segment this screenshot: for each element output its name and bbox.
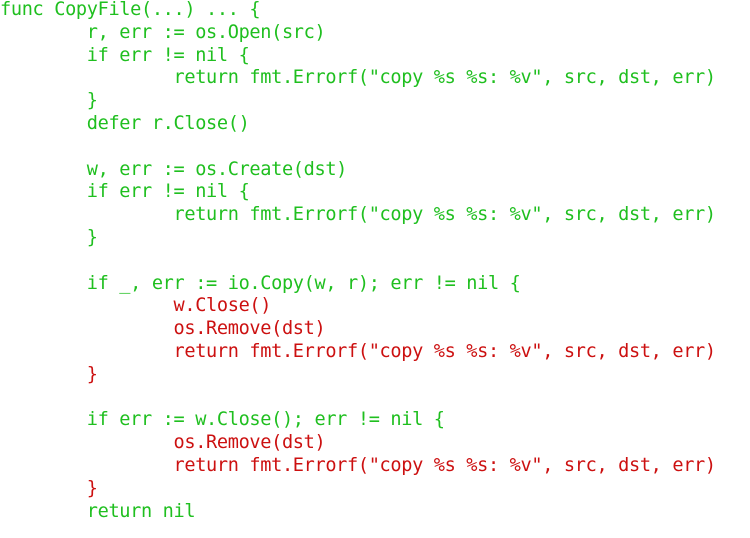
code-line: if _, err := io.Copy(w, r); err != nil { xyxy=(0,272,521,294)
code-line: if err := w.Close(); err != nil { xyxy=(0,409,445,431)
code-line: return nil xyxy=(0,500,196,522)
code-listing: func CopyFile(...) ... { r, err := os.Op… xyxy=(0,0,716,523)
code-line: os.Remove(dst) xyxy=(0,432,326,454)
code-line: return fmt.Errorf("copy %s %s: %v", src,… xyxy=(0,454,717,476)
code-line: r, err := os.Open(src) xyxy=(0,21,326,43)
code-line: } xyxy=(0,477,98,499)
code-line: return fmt.Errorf("copy %s %s: %v", src,… xyxy=(0,204,717,226)
code-line: os.Remove(dst) xyxy=(0,318,326,340)
code-line: } xyxy=(0,363,98,385)
code-line: if err != nil { xyxy=(0,44,250,66)
code-line: return fmt.Errorf("copy %s %s: %v", src,… xyxy=(0,67,717,89)
code-line: if err != nil { xyxy=(0,181,250,203)
code-line: return fmt.Errorf("copy %s %s: %v", src,… xyxy=(0,340,717,362)
code-line: defer r.Close() xyxy=(0,112,250,134)
code-line: func CopyFile(...) ... { xyxy=(0,0,261,20)
code-line: w, err := os.Create(dst) xyxy=(0,158,348,180)
code-line: } xyxy=(0,90,98,112)
code-line: } xyxy=(0,226,98,248)
code-line: w.Close() xyxy=(0,295,272,317)
